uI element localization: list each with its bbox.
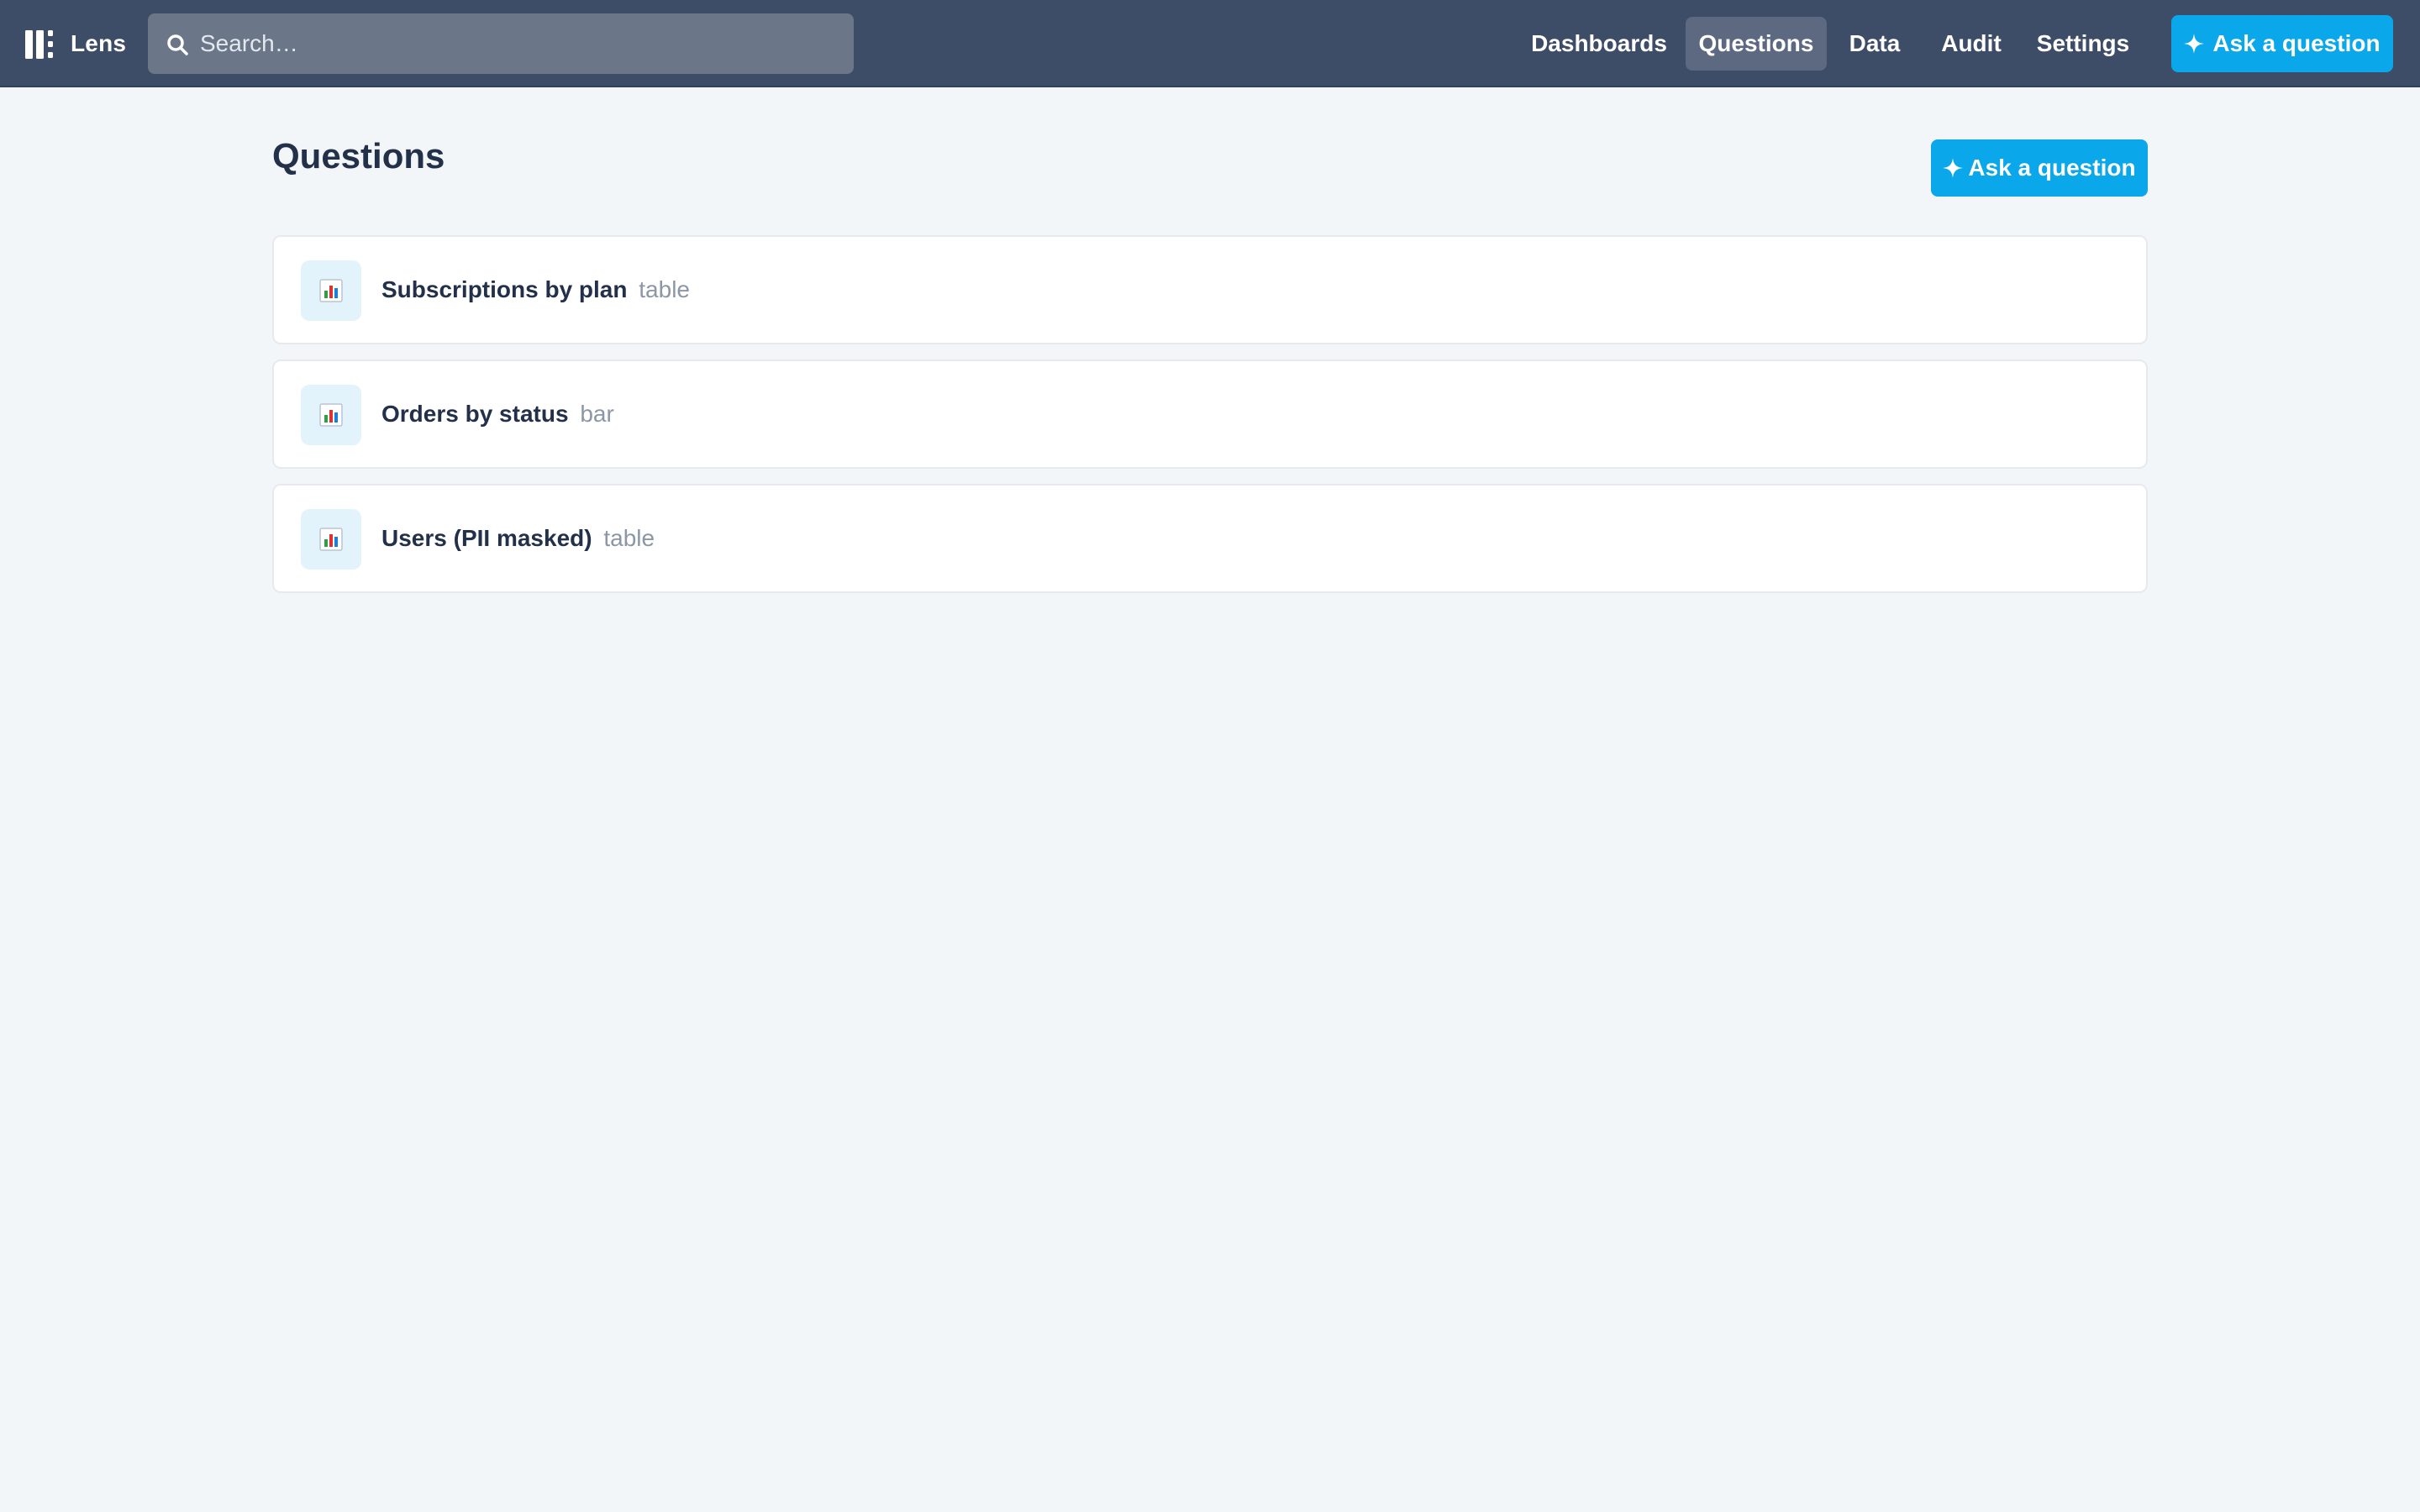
nav-item-settings[interactable]: Settings (2028, 17, 2138, 71)
question-type: table (603, 525, 655, 551)
question-row[interactable]: Users (PII masked) table (272, 484, 2148, 593)
search-input[interactable] (200, 13, 839, 74)
search-icon (167, 34, 188, 55)
page-title: Questions (272, 136, 445, 176)
sparkle-icon (1943, 158, 1964, 178)
questions-list: Subscriptions by plan table Orders by st… (272, 235, 2148, 608)
lens-logo-icon (25, 30, 53, 59)
question-title: Subscriptions by plan (381, 276, 628, 302)
bar-chart-icon (319, 279, 343, 302)
ask-question-button[interactable]: Ask a question (2171, 15, 2393, 72)
app-name: Lens (71, 30, 127, 56)
question-icon-tile (301, 509, 361, 570)
question-row[interactable]: Orders by status bar (272, 360, 2148, 469)
page-ask-question-button[interactable]: Ask a question (1931, 139, 2148, 197)
nav-item-questions[interactable]: Questions (1686, 17, 1827, 71)
question-text: Orders by status bar (381, 361, 614, 467)
question-text: Users (PII masked) table (381, 486, 655, 591)
question-text: Subscriptions by plan table (381, 237, 690, 343)
bar-chart-icon (319, 403, 343, 427)
sparkle-icon (2184, 34, 2205, 54)
search-box[interactable] (148, 13, 854, 74)
ask-question-label: Ask a question (2212, 30, 2381, 56)
question-icon-tile (301, 385, 361, 445)
bar-chart-icon (319, 528, 343, 551)
page-ask-question-label: Ask a question (1968, 155, 2136, 181)
question-title: Users (PII masked) (381, 525, 592, 551)
question-type: bar (580, 401, 614, 427)
question-icon-tile (301, 260, 361, 321)
top-navigation-bar: Lens Dashboards Questions Data Audit Set… (0, 0, 2420, 87)
nav-item-audit[interactable]: Audit (1931, 17, 2012, 71)
nav-item-dashboards[interactable]: Dashboards (1519, 17, 1679, 71)
app-logo[interactable]: Lens (25, 25, 126, 62)
question-row[interactable]: Subscriptions by plan table (272, 235, 2148, 344)
nav-item-data[interactable]: Data (1837, 17, 1912, 71)
question-type: table (639, 276, 690, 302)
question-title: Orders by status (381, 401, 569, 427)
